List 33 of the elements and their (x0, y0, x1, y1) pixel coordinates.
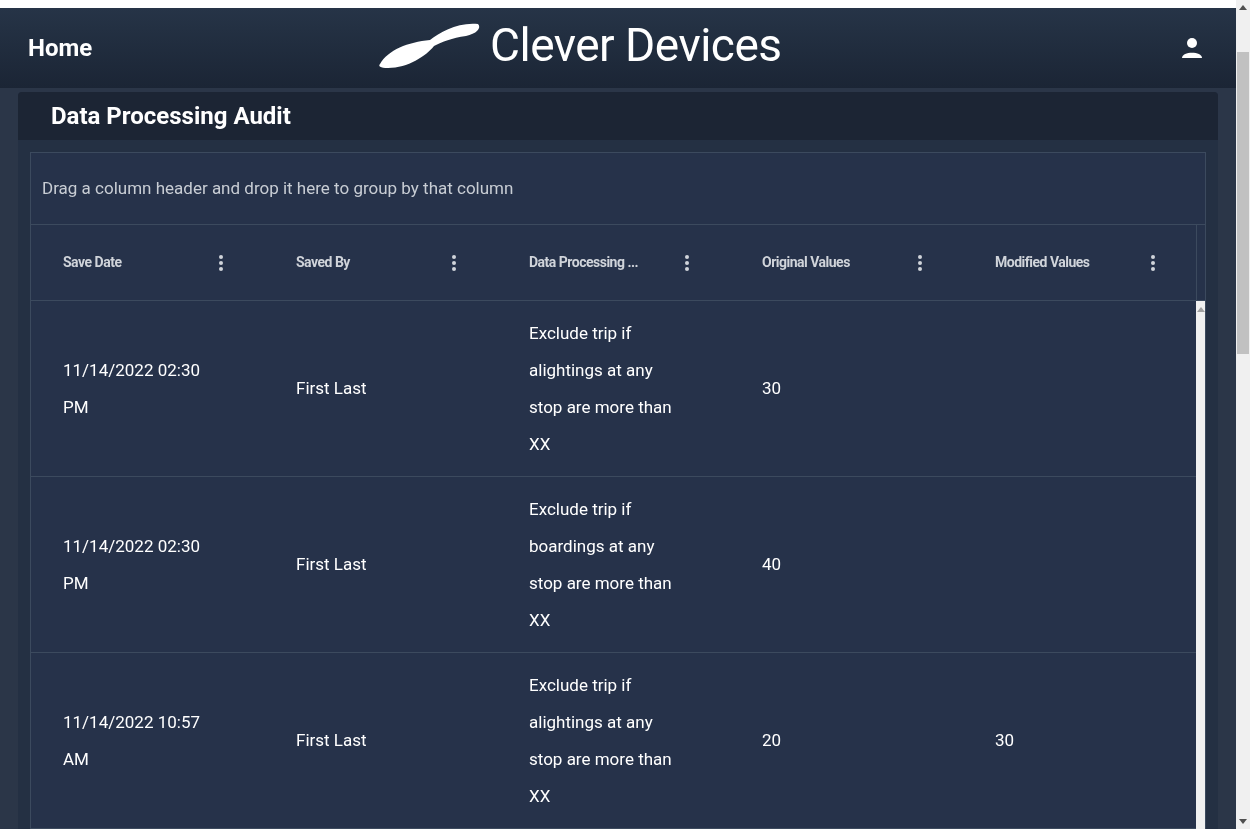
column-menu-icon[interactable] (452, 254, 456, 271)
column-menu-icon[interactable] (918, 254, 922, 271)
column-header[interactable]: Modified Values (995, 252, 1145, 273)
card-title: Data Processing Audit (51, 101, 291, 132)
home-title[interactable]: Home (28, 30, 93, 66)
column-header[interactable]: Save Date (63, 252, 213, 273)
table-cell-text: 11/14/2022 02:30 PM (63, 534, 201, 595)
table-cell-text: 20 (762, 729, 782, 752)
column-menu-icon[interactable] (219, 254, 223, 271)
table-cell-text: 30 (995, 729, 1015, 752)
column-header[interactable]: Data Processing ... (529, 252, 679, 273)
table-cell-text: 40 (762, 553, 782, 576)
user-icon[interactable] (1180, 36, 1204, 60)
table-cell-text: First Last (296, 729, 367, 752)
scrollbar-thumb[interactable] (1237, 52, 1249, 354)
group-panel-hint: Drag a column header and drop it here to group by that column (42, 176, 514, 200)
table-cell-text: Exclude trip if alightings at any stop are more than XX (529, 673, 673, 808)
column-menu-icon[interactable] (1151, 254, 1155, 271)
column-header[interactable]: Saved By (296, 252, 446, 273)
table-cell-text: First Last (296, 377, 367, 400)
table-cell-text: 11/14/2022 10:57 AM (63, 710, 201, 771)
table-cell-text: Exclude trip if alightings at any stop are more than XX (529, 321, 673, 456)
table-cell-text: First Last (296, 553, 367, 576)
column-menu-icon[interactable] (685, 254, 689, 271)
scroll-down-arrow-icon[interactable] (1239, 819, 1247, 824)
table-cell-text: 30 (762, 377, 782, 400)
grid-scrollbar[interactable] (1196, 301, 1205, 829)
column-header[interactable]: Original Values (762, 252, 912, 273)
table-cell-text: 11/14/2022 02:30 PM (63, 358, 201, 419)
brand-name: Clever Devices (490, 22, 782, 68)
page-scrollbar[interactable] (1236, 0, 1250, 829)
scroll-up-arrow-icon[interactable] (1239, 5, 1247, 10)
table-cell-text: Exclude trip if boardings at any stop are more than XX (529, 497, 673, 632)
